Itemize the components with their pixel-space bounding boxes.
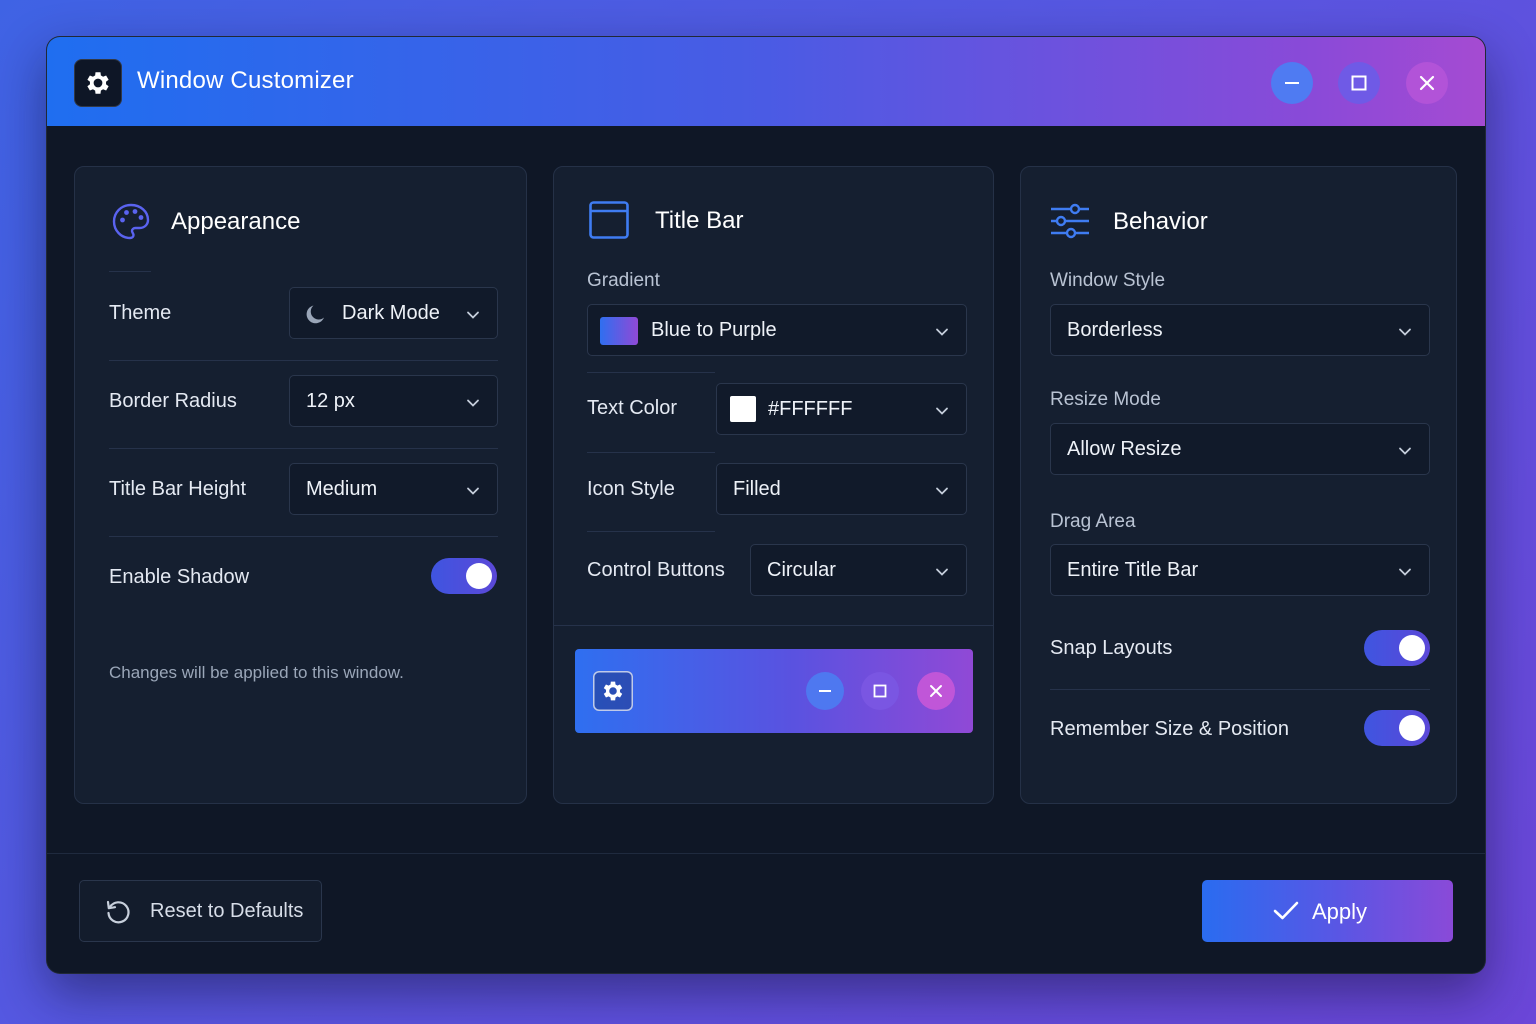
divider xyxy=(109,536,498,537)
title-bar-height-value: Medium xyxy=(306,477,378,500)
gradient-value: Blue to Purple xyxy=(651,318,777,341)
title-bar[interactable]: Window Customizer xyxy=(47,37,1485,126)
toggle-knob xyxy=(1399,715,1425,741)
check-icon xyxy=(1272,899,1300,928)
divider xyxy=(554,625,993,626)
footer-divider xyxy=(47,853,1485,854)
drag-area-select[interactable]: Entire Title Bar xyxy=(1050,544,1430,596)
chevron-down-icon xyxy=(1397,442,1413,465)
refresh-icon xyxy=(104,898,132,931)
divider xyxy=(1050,689,1430,690)
snap-layouts-toggle[interactable] xyxy=(1364,630,1430,666)
gear-icon xyxy=(74,59,122,107)
toggle-knob xyxy=(466,563,492,589)
minimize-button[interactable] xyxy=(1271,62,1313,104)
enable-shadow-toggle[interactable] xyxy=(431,558,497,594)
moon-icon xyxy=(304,302,328,332)
window-style-value: Borderless xyxy=(1067,318,1163,341)
divider xyxy=(587,372,715,373)
control-buttons-label: Control Buttons xyxy=(587,559,725,581)
chevron-down-icon xyxy=(465,482,481,505)
title-bar-height-label: Title Bar Height xyxy=(109,478,247,500)
gradient-select[interactable]: Blue to Purple xyxy=(587,304,967,356)
chevron-down-icon xyxy=(934,563,950,586)
chevron-down-icon xyxy=(465,394,481,417)
resize-mode-label: Resize Mode xyxy=(1050,389,1161,410)
theme-label: Theme xyxy=(109,302,172,324)
title-bar-height-select[interactable]: Medium xyxy=(289,463,498,515)
border-radius-value: 12 px xyxy=(306,389,355,412)
icon-style-value: Filled xyxy=(733,477,781,500)
gradient-swatch xyxy=(600,317,638,345)
preview-minimize-button[interactable] xyxy=(806,672,844,710)
behavior-title: Behavior xyxy=(1113,208,1208,235)
text-color-select[interactable]: #FFFFFF xyxy=(716,383,967,435)
reset-label: Reset to Defaults xyxy=(150,900,304,922)
window-style-select[interactable]: Borderless xyxy=(1050,304,1430,356)
toggle-knob xyxy=(1399,635,1425,661)
apply-label: Apply xyxy=(1312,899,1368,924)
resize-mode-select[interactable]: Allow Resize xyxy=(1050,423,1430,475)
palette-icon xyxy=(111,202,151,247)
window-icon xyxy=(588,199,630,246)
text-color-label: Text Color xyxy=(587,397,678,419)
title-bar-title: Title Bar xyxy=(655,207,744,234)
chevron-down-icon xyxy=(465,306,481,329)
chevron-down-icon xyxy=(934,482,950,505)
resize-mode-value: Allow Resize xyxy=(1067,437,1182,460)
apply-button[interactable]: Apply xyxy=(1202,880,1453,942)
theme-value: Dark Mode xyxy=(342,301,440,324)
sliders-icon xyxy=(1049,201,1091,246)
close-button[interactable] xyxy=(1406,62,1448,104)
border-radius-label: Border Radius xyxy=(109,390,237,412)
icon-style-select[interactable]: Filled xyxy=(716,463,967,515)
appearance-title: Appearance xyxy=(171,208,301,235)
control-buttons-select[interactable]: Circular xyxy=(750,544,967,596)
remember-size-label: Remember Size & Position xyxy=(1050,718,1289,740)
title-bar-card: Title Bar Gradient Blue to Purple Text C… xyxy=(553,166,994,804)
preview-maximize-button[interactable] xyxy=(861,672,899,710)
gear-icon xyxy=(593,671,633,711)
appearance-card: Appearance Theme Dark Mode Border Radius… xyxy=(74,166,527,804)
drag-area-value: Entire Title Bar xyxy=(1067,558,1199,581)
preview-close-button[interactable] xyxy=(917,672,955,710)
theme-select[interactable]: Dark Mode xyxy=(289,287,498,339)
maximize-button[interactable] xyxy=(1338,62,1380,104)
divider xyxy=(587,531,715,532)
apply-note: Changes will be applied to this window. xyxy=(109,663,404,682)
chevron-down-icon xyxy=(934,402,950,425)
control-buttons-value: Circular xyxy=(767,558,836,581)
chevron-down-icon xyxy=(1397,563,1413,586)
divider xyxy=(109,360,498,361)
divider xyxy=(109,448,498,449)
behavior-card: Behavior Window Style Borderless Resize … xyxy=(1020,166,1457,804)
window-title: Window Customizer xyxy=(137,67,354,94)
title-bar-preview xyxy=(575,649,973,733)
chevron-down-icon xyxy=(1397,323,1413,346)
divider xyxy=(109,271,151,272)
reset-defaults-button[interactable]: Reset to Defaults xyxy=(79,880,322,942)
remember-size-toggle[interactable] xyxy=(1364,710,1430,746)
gradient-label: Gradient xyxy=(587,270,660,291)
drag-area-label: Drag Area xyxy=(1050,511,1136,532)
customizer-window: Window Customizer Appearance Theme Dark … xyxy=(46,36,1486,974)
color-swatch xyxy=(730,396,756,422)
text-color-value: #FFFFFF xyxy=(768,397,853,420)
border-radius-select[interactable]: 12 px xyxy=(289,375,498,427)
chevron-down-icon xyxy=(934,323,950,346)
divider xyxy=(587,452,715,453)
enable-shadow-label: Enable Shadow xyxy=(109,566,250,588)
snap-layouts-label: Snap Layouts xyxy=(1050,637,1173,659)
icon-style-label: Icon Style xyxy=(587,478,675,500)
window-style-label: Window Style xyxy=(1050,270,1166,291)
